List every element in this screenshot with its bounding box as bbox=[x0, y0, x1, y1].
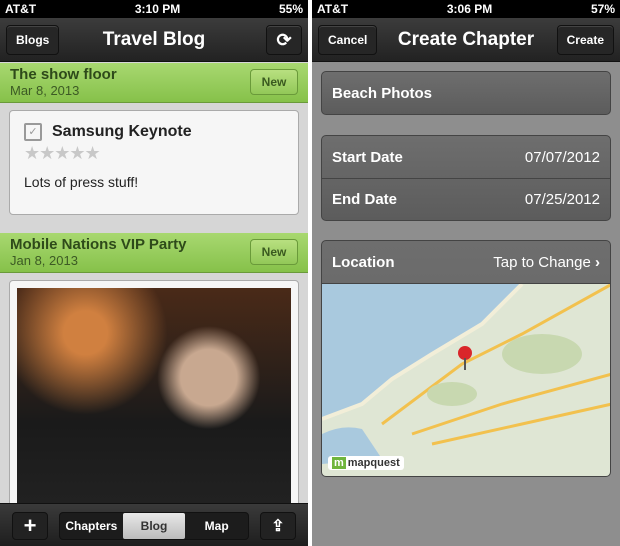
travel-blog-screen: AT&T 3:10 PM 55% Blogs Travel Blog ⟳ The… bbox=[0, 0, 308, 546]
blogs-back-button[interactable]: Blogs bbox=[6, 25, 60, 55]
add-button[interactable]: + bbox=[12, 512, 48, 540]
status-bar: AT&T 3:10 PM 55% bbox=[0, 0, 308, 18]
carrier: AT&T bbox=[317, 2, 349, 16]
nav-bar: Cancel Create Chapter Create bbox=[312, 18, 620, 62]
create-button[interactable]: Create bbox=[556, 25, 614, 55]
entry-header[interactable]: The show floor Mar 8, 2013 New bbox=[0, 63, 308, 103]
segment-chapters[interactable]: Chapters bbox=[60, 513, 123, 539]
mapquest-logo: m mapquest bbox=[328, 456, 404, 470]
start-date-row[interactable]: Start Date 07/07/2012 bbox=[322, 136, 610, 178]
card-body: Lots of press stuff! bbox=[24, 174, 139, 190]
share-button[interactable]: ⇪ bbox=[260, 512, 296, 540]
chapter-name-field[interactable]: Beach Photos bbox=[321, 71, 611, 115]
location-value: Tap to Change bbox=[493, 253, 591, 271]
nav-bar: Blogs Travel Blog ⟳ bbox=[0, 18, 308, 62]
page-title: Travel Blog bbox=[102, 28, 206, 50]
start-date-label: Start Date bbox=[332, 148, 403, 166]
segment-map[interactable]: Map bbox=[185, 513, 248, 539]
end-date-value: 07/25/2012 bbox=[524, 191, 600, 208]
segment-blog[interactable]: Blog bbox=[122, 513, 186, 539]
battery: 55% bbox=[278, 2, 303, 16]
time: 3:06 PM bbox=[446, 2, 493, 16]
party-photo bbox=[17, 288, 291, 512]
map-pin-stem bbox=[464, 358, 466, 370]
create-chapter-screen: AT&T 3:06 PM 57% Cancel Create Chapter C… bbox=[312, 0, 620, 546]
status-bar: AT&T 3:06 PM 57% bbox=[312, 0, 620, 18]
photo-card[interactable] bbox=[9, 280, 299, 520]
bottom-toolbar: + Chapters Blog Map ⇪ bbox=[0, 503, 308, 546]
page-title: Create Chapter bbox=[397, 28, 535, 50]
map-water bbox=[322, 284, 522, 419]
end-date-row[interactable]: End Date 07/25/2012 bbox=[322, 178, 610, 220]
card-title: Samsung Keynote bbox=[52, 123, 192, 140]
chapter-name-value: Beach Photos bbox=[332, 84, 433, 102]
chevron-right-icon: › bbox=[595, 253, 600, 271]
entry-card[interactable]: ✓ Samsung Keynote ★★★★★ Lots of press st… bbox=[9, 110, 299, 215]
share-icon: ⇪ bbox=[271, 518, 285, 535]
refresh-icon: ⟳ bbox=[276, 29, 292, 50]
carrier: AT&T bbox=[5, 2, 37, 16]
new-button[interactable]: New bbox=[250, 239, 298, 265]
start-date-value: 07/07/2012 bbox=[524, 148, 600, 166]
location-group: Location Tap to Change › m mapquest bbox=[321, 240, 611, 477]
map-graphic bbox=[322, 282, 610, 464]
battery: 57% bbox=[590, 2, 615, 16]
refresh-button[interactable]: ⟳ bbox=[266, 25, 302, 55]
star-rating[interactable]: ★★★★★ bbox=[24, 143, 284, 164]
calendar-icon: ✓ bbox=[24, 123, 42, 141]
end-date-label: End Date bbox=[332, 191, 398, 208]
plus-icon: + bbox=[23, 513, 37, 538]
location-row[interactable]: Location Tap to Change › bbox=[322, 241, 610, 283]
new-button[interactable]: New bbox=[250, 69, 298, 95]
dates-group: Start Date 07/07/2012 End Date 07/25/2012 bbox=[321, 135, 611, 221]
cancel-button[interactable]: Cancel bbox=[318, 25, 378, 55]
entry-header[interactable]: Mobile Nations VIP Party Jan 8, 2013 New bbox=[0, 233, 308, 273]
view-segmented-control[interactable]: Chapters Blog Map bbox=[59, 512, 249, 540]
location-map[interactable]: m mapquest bbox=[322, 282, 610, 476]
time: 3:10 PM bbox=[134, 2, 181, 16]
location-label: Location bbox=[332, 253, 395, 271]
